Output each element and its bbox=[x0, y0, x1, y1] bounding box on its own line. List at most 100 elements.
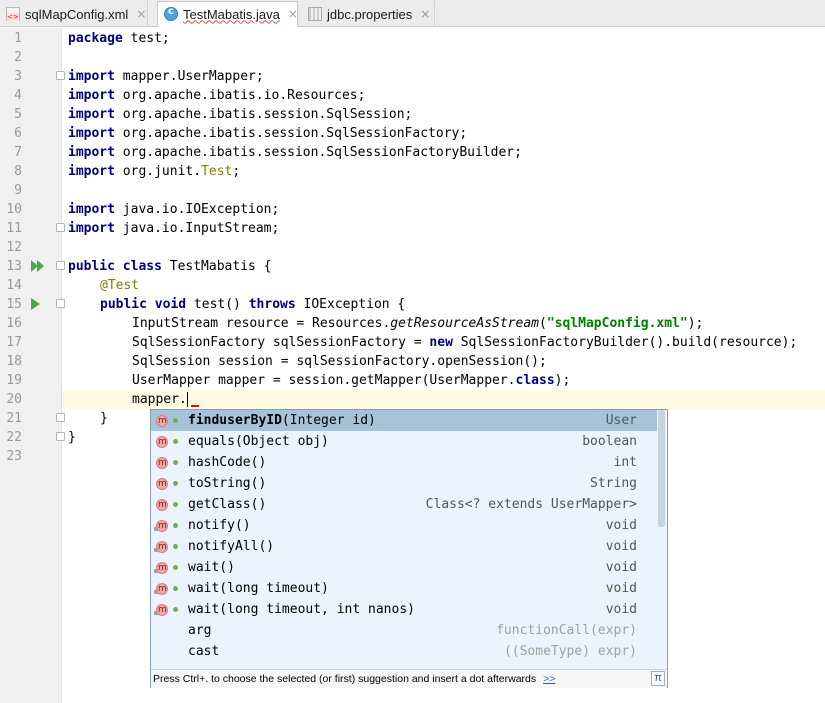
line-number: 3 bbox=[14, 69, 22, 84]
close-icon[interactable]: × bbox=[136, 7, 146, 21]
completion-item-name: wait() bbox=[188, 560, 235, 575]
public-visibility-icon bbox=[173, 439, 178, 444]
completion-item[interactable]: hashCode() int bbox=[151, 452, 657, 474]
line-number: 13 bbox=[6, 259, 22, 274]
code-line-7: import org.apache.ibatis.session.SqlSess… bbox=[68, 145, 522, 160]
completion-item[interactable]: wait(long timeout) void bbox=[151, 578, 657, 600]
method-icon bbox=[154, 579, 168, 600]
code-completion-popup[interactable]: finduserByID(Integer id) User equals(Objec… bbox=[150, 409, 668, 688]
completion-item-name: hashCode() bbox=[188, 455, 267, 470]
completion-item[interactable]: wait(long timeout, int nanos) void bbox=[151, 599, 657, 621]
completion-hint-text: Press Ctrl+. to choose the selected (or … bbox=[153, 673, 537, 685]
completion-item[interactable]: wait() void bbox=[151, 557, 657, 579]
completion-item-type: User bbox=[605, 413, 637, 428]
completion-item[interactable]: notify() void bbox=[151, 515, 657, 537]
line-number: 16 bbox=[6, 316, 22, 331]
public-visibility-icon bbox=[173, 565, 178, 570]
method-icon bbox=[156, 495, 168, 516]
public-visibility-icon bbox=[173, 523, 178, 528]
editor-gutter: 1 2 3 4 5 6 7 8 9 10 11 12 13 14 15 16 17 18 19 20 21 22 23 bbox=[0, 28, 65, 703]
method-icon bbox=[154, 516, 168, 537]
completion-item-name: wait(long timeout) bbox=[188, 581, 329, 596]
line-number: 2 bbox=[14, 50, 22, 65]
editor-tab-bar: sqlMapConfig.xml × TestMabatis.java × jd… bbox=[0, 0, 825, 27]
completion-item-name: notify() bbox=[188, 518, 251, 533]
completion-item[interactable]: toString() String bbox=[151, 473, 657, 495]
line-number: 18 bbox=[6, 354, 22, 369]
code-line-1: package test; bbox=[68, 31, 170, 46]
completion-item-name: wait(long timeout, int nanos) bbox=[188, 602, 415, 617]
run-test-icon[interactable] bbox=[31, 298, 43, 310]
completion-item[interactable]: getClass() Class<? extends UserMapper> bbox=[151, 494, 657, 516]
completion-item-type: void bbox=[605, 581, 637, 596]
completion-item[interactable]: finduserByID(Integer id) User bbox=[151, 410, 657, 432]
line-number: 10 bbox=[6, 202, 22, 217]
close-icon[interactable]: × bbox=[420, 7, 430, 21]
method-icon bbox=[156, 432, 168, 453]
close-icon[interactable]: × bbox=[288, 7, 298, 21]
method-icon bbox=[156, 474, 168, 495]
code-line-10: import java.io.IOException; bbox=[68, 202, 280, 217]
line-number: 17 bbox=[6, 335, 22, 350]
method-icon bbox=[154, 537, 168, 558]
completion-item-type: boolean bbox=[582, 434, 637, 449]
completion-item-type: String bbox=[590, 476, 637, 491]
method-icon bbox=[154, 600, 168, 621]
run-class-icon[interactable] bbox=[31, 260, 44, 272]
pi-icon[interactable]: π bbox=[651, 671, 665, 686]
completion-scrollbar[interactable] bbox=[658, 410, 665, 527]
code-line-16: InputStream resource = Resources.getReso… bbox=[132, 316, 704, 331]
method-icon bbox=[154, 558, 168, 579]
text-caret bbox=[186, 392, 188, 407]
code-line-6: import org.apache.ibatis.session.SqlSess… bbox=[68, 126, 468, 141]
code-line-18: SqlSession session = sqlSessionFactory.o… bbox=[132, 354, 547, 369]
line-number: 15 bbox=[6, 297, 22, 312]
template-expansion: ((SomeType) expr) bbox=[503, 644, 637, 659]
line-number: 1 bbox=[14, 31, 22, 46]
postfix-template-item[interactable]: arg functionCall(expr) bbox=[151, 620, 657, 641]
completion-item-type: void bbox=[605, 518, 637, 533]
line-number: 21 bbox=[6, 411, 22, 426]
completion-item[interactable]: equals(Object obj) boolean bbox=[151, 431, 657, 453]
template-name: cast bbox=[188, 644, 220, 659]
public-visibility-icon bbox=[173, 502, 178, 507]
tab-testmabatis[interactable]: TestMabatis.java × bbox=[157, 1, 298, 27]
completion-item-type: void bbox=[605, 560, 637, 575]
completion-item-type: void bbox=[605, 539, 637, 554]
method-icon bbox=[156, 411, 168, 432]
line-number: 5 bbox=[14, 107, 22, 122]
completion-footer: Press Ctrl+. to choose the selected (or … bbox=[151, 669, 667, 688]
code-line-19: UserMapper mapper = session.getMapper(Us… bbox=[132, 373, 571, 388]
postfix-template-item[interactable]: cast ((SomeType) expr) bbox=[151, 641, 657, 662]
tab-jdbc-properties[interactable]: jdbc.properties × bbox=[302, 1, 435, 27]
properties-file-icon bbox=[308, 7, 322, 21]
public-visibility-icon bbox=[173, 544, 178, 549]
code-line-3: import mapper.UserMapper; bbox=[68, 69, 264, 84]
completion-item-name: equals(Object obj) bbox=[188, 434, 329, 449]
completion-item-name: toString() bbox=[188, 476, 267, 491]
line-number: 19 bbox=[6, 373, 22, 388]
more-link[interactable]: >> bbox=[543, 673, 555, 685]
tab-sqlmapconfig[interactable]: sqlMapConfig.xml × bbox=[0, 1, 148, 27]
line-number: 11 bbox=[6, 221, 22, 236]
public-visibility-icon bbox=[173, 418, 178, 423]
completion-item-type: int bbox=[613, 455, 637, 470]
code-line-8: import org.junit.Test; bbox=[68, 164, 241, 179]
line-number: 8 bbox=[14, 164, 22, 179]
completion-item[interactable]: notifyAll() void bbox=[151, 536, 657, 558]
template-name: arg bbox=[188, 623, 212, 638]
completion-list[interactable]: finduserByID(Integer id) User equals(Objec… bbox=[151, 410, 657, 670]
tab-label: jdbc.properties bbox=[327, 6, 413, 22]
code-line-20: mapper. bbox=[132, 392, 188, 407]
method-icon bbox=[156, 453, 168, 474]
tab-label: TestMabatis.java bbox=[183, 6, 280, 22]
public-visibility-icon bbox=[173, 586, 178, 591]
java-class-icon bbox=[164, 6, 178, 21]
completion-item-name: finduserByID(Integer id) bbox=[188, 413, 376, 428]
line-number: 4 bbox=[14, 88, 22, 103]
xml-file-icon bbox=[6, 7, 20, 21]
line-number: 9 bbox=[14, 183, 22, 198]
code-line-5: import org.apache.ibatis.session.SqlSess… bbox=[68, 107, 413, 122]
line-number: 20 bbox=[6, 392, 22, 407]
completion-item-name: notifyAll() bbox=[188, 539, 275, 554]
